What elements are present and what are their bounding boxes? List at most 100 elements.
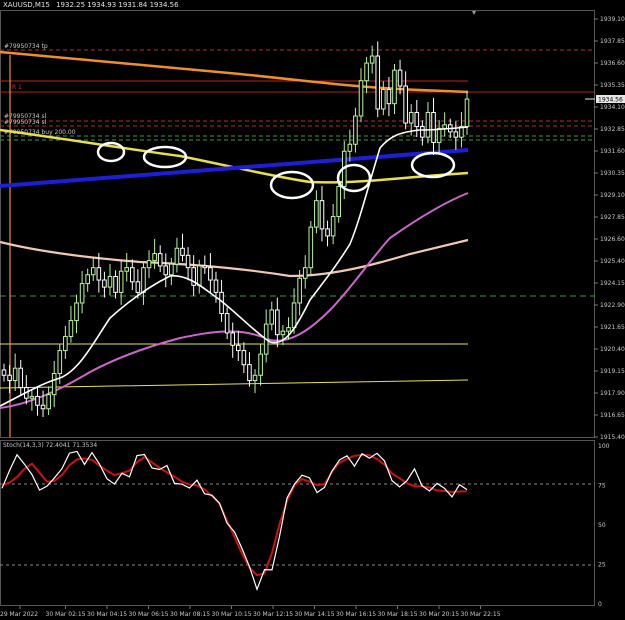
price-tick-label: 1920.40 xyxy=(600,346,625,353)
candle-body xyxy=(297,277,302,304)
candle-body xyxy=(392,69,397,105)
candle-body xyxy=(146,260,152,269)
candle-body xyxy=(213,279,219,293)
candle-body xyxy=(414,111,420,128)
candle-body xyxy=(12,367,18,382)
candle-body xyxy=(408,111,414,124)
trading-chart[interactable]: XAUUSD,M15 1932.25 1934.93 1931.84 1934.… xyxy=(0,0,625,620)
stoch-tick-label: 75 xyxy=(598,483,606,490)
candle-body xyxy=(102,279,107,288)
candle-body xyxy=(386,89,392,105)
candle-body xyxy=(286,327,291,332)
candle-body xyxy=(347,143,353,152)
symbol-timeframe: XAUUSD,M15 xyxy=(3,1,50,9)
price-tick-label: 1931.60 xyxy=(600,148,625,155)
candle-body xyxy=(113,276,118,293)
price-tick-label: 1927.85 xyxy=(600,214,625,221)
time-tick-label: 30 Mar 18:15 xyxy=(378,611,418,618)
candle-body xyxy=(46,394,51,410)
price-tick-label: 1924.15 xyxy=(600,280,625,287)
candle-body xyxy=(291,302,297,329)
candle-body xyxy=(364,62,369,82)
stoch-tick-label: 0 xyxy=(598,601,602,608)
candle-body xyxy=(252,374,258,382)
price-tick-label: 1932.85 xyxy=(600,126,625,133)
stoch-tick-label: 50 xyxy=(598,522,606,529)
price-tick-label: 1939.10 xyxy=(600,16,625,23)
stoch-tick-label: 100 xyxy=(598,443,610,450)
candle-body xyxy=(29,395,35,399)
price-tick-label: 1919.15 xyxy=(600,368,625,375)
candle-body xyxy=(319,200,325,230)
price-tick-label: 1926.60 xyxy=(600,236,625,243)
price-tick-label: 1935.35 xyxy=(600,82,625,89)
price-tick-label: 1934.10 xyxy=(600,104,625,111)
tp-label: #79950734 tp xyxy=(4,43,48,50)
candle-body xyxy=(336,186,341,218)
candle-body xyxy=(1,369,7,376)
price-tick-label: 1921.65 xyxy=(600,324,625,331)
r1-label: R 1 xyxy=(12,84,22,91)
candle-body xyxy=(425,111,431,138)
ohlc-values: 1932.25 1934.93 1931.84 1934.56 xyxy=(56,1,179,9)
time-tick-label: 30 Mar 14:15 xyxy=(295,611,335,618)
candle-body xyxy=(141,267,146,293)
candle-body xyxy=(241,350,247,366)
time-tick-label: 30 Mar 20:15 xyxy=(419,611,459,618)
chart-background xyxy=(0,0,625,620)
candle-body xyxy=(269,309,275,325)
current-price-text: 1934.56 xyxy=(598,97,623,104)
price-tick-label: 1929.10 xyxy=(600,192,625,199)
candle-body xyxy=(258,353,263,376)
price-tick-label: 1930.35 xyxy=(600,170,625,177)
candle-body xyxy=(57,350,63,375)
candle-body xyxy=(152,253,157,262)
price-tick-label: 1937.85 xyxy=(600,38,625,45)
candle-body xyxy=(130,267,135,283)
price-tick-label: 1916.65 xyxy=(600,412,625,419)
time-tick-label: 30 Mar 04:15 xyxy=(87,611,127,618)
candle-body xyxy=(35,395,40,406)
candle-body xyxy=(420,126,425,138)
candle-body xyxy=(174,247,180,265)
candle-body xyxy=(18,367,24,389)
candle-body xyxy=(224,313,230,334)
price-tick-label: 1922.90 xyxy=(600,302,625,309)
candle-body xyxy=(247,364,252,382)
candle-body xyxy=(431,111,436,143)
candle-body xyxy=(353,115,358,145)
time-tick-label: 30 Mar 06:15 xyxy=(129,611,169,618)
candle-body xyxy=(302,267,308,279)
price-tick-label: 1915.40 xyxy=(600,434,625,441)
candle-body xyxy=(79,283,85,304)
candle-body xyxy=(381,89,386,110)
candle-body xyxy=(369,55,375,64)
time-tick-label: 30 Mar 12:15 xyxy=(253,611,293,618)
chart-title: XAUUSD,M15 1932.25 1934.93 1931.84 1934.… xyxy=(3,1,179,9)
candle-body xyxy=(74,302,79,322)
candle-body xyxy=(169,263,174,276)
candle-body xyxy=(51,373,57,396)
candle-body xyxy=(202,265,208,269)
time-tick-label: 30 Mar 16:15 xyxy=(336,611,376,618)
candle-body xyxy=(235,344,241,352)
candle-body xyxy=(157,253,163,267)
candle-body xyxy=(90,267,96,276)
time-tick-label: 29 Mar 2022 xyxy=(0,611,38,618)
candle-body xyxy=(403,85,408,124)
candle-body xyxy=(68,320,74,337)
candle-body xyxy=(325,228,330,237)
candle-body xyxy=(436,127,442,143)
candle-body xyxy=(7,374,12,382)
candle-body xyxy=(107,276,113,288)
candle-body xyxy=(208,267,213,281)
candle-body xyxy=(118,270,124,293)
candle-body xyxy=(96,267,102,281)
candle-body xyxy=(442,124,447,129)
candle-body xyxy=(358,80,364,117)
time-tick-label: 30 Mar 10:15 xyxy=(212,611,252,618)
stochastic-label: Stoch(14,3,3) 72.4041 71.3534 xyxy=(3,442,97,449)
candle-body xyxy=(180,247,185,256)
price-tick-label: 1925.40 xyxy=(600,258,625,265)
candle-body xyxy=(135,281,141,293)
